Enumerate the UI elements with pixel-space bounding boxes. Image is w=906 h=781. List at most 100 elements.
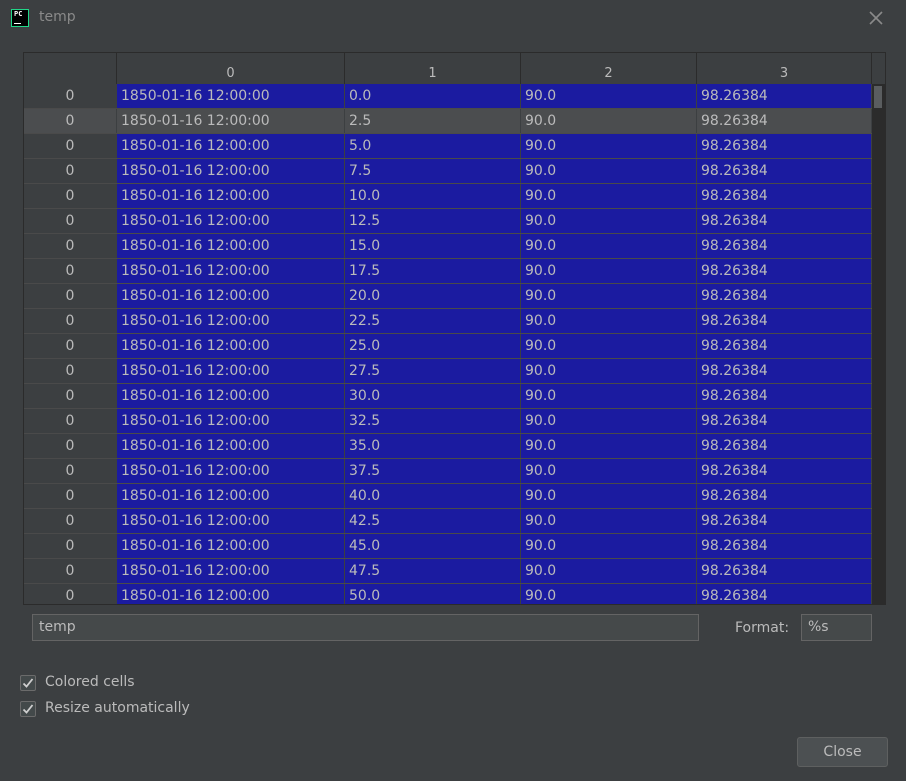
row-index-cell[interactable]: 0 bbox=[24, 509, 117, 533]
table-cell[interactable]: 1850-01-16 12:00:00 bbox=[117, 384, 345, 408]
column-header[interactable]: 3 bbox=[697, 53, 872, 84]
table-cell[interactable]: 5.0 bbox=[345, 134, 521, 158]
table-cell[interactable]: 32.5 bbox=[345, 409, 521, 433]
table-cell[interactable]: 1850-01-16 12:00:00 bbox=[117, 234, 345, 258]
table-cell[interactable]: 90.0 bbox=[521, 134, 697, 158]
table-cell[interactable]: 98.26384 bbox=[697, 259, 872, 283]
table-cell[interactable]: 1850-01-16 12:00:00 bbox=[117, 134, 345, 158]
table-row[interactable]: 0 1850-01-16 12:00:00 12.5 90.0 98.26384 bbox=[24, 209, 872, 234]
table-cell[interactable]: 1850-01-16 12:00:00 bbox=[117, 209, 345, 233]
table-cell[interactable]: 98.26384 bbox=[697, 109, 872, 133]
table-cell[interactable]: 98.26384 bbox=[697, 284, 872, 308]
table-cell[interactable]: 90.0 bbox=[521, 334, 697, 358]
table-cell[interactable]: 2.5 bbox=[345, 109, 521, 133]
table-cell[interactable]: 1850-01-16 12:00:00 bbox=[117, 584, 345, 604]
row-index-cell[interactable]: 0 bbox=[24, 434, 117, 458]
table-row[interactable]: 0 1850-01-16 12:00:00 50.0 90.0 98.26384 bbox=[24, 584, 872, 604]
row-index-cell[interactable]: 0 bbox=[24, 334, 117, 358]
table-cell[interactable]: 1850-01-16 12:00:00 bbox=[117, 284, 345, 308]
table-row[interactable]: 0 1850-01-16 12:00:00 25.0 90.0 98.26384 bbox=[24, 334, 872, 359]
table-row[interactable]: 0 1850-01-16 12:00:00 17.5 90.0 98.26384 bbox=[24, 259, 872, 284]
table-cell[interactable]: 1850-01-16 12:00:00 bbox=[117, 484, 345, 508]
close-icon[interactable] bbox=[867, 9, 885, 27]
table-cell[interactable]: 98.26384 bbox=[697, 459, 872, 483]
table-cell[interactable]: 27.5 bbox=[345, 359, 521, 383]
table-row[interactable]: 0 1850-01-16 12:00:00 45.0 90.0 98.26384 bbox=[24, 534, 872, 559]
row-index-cell[interactable]: 0 bbox=[24, 384, 117, 408]
row-index-cell[interactable]: 0 bbox=[24, 459, 117, 483]
scroll-thumb[interactable] bbox=[874, 86, 882, 108]
table-cell[interactable]: 90.0 bbox=[521, 484, 697, 508]
table-cell[interactable]: 42.5 bbox=[345, 509, 521, 533]
row-index-cell[interactable]: 0 bbox=[24, 234, 117, 258]
table-cell[interactable]: 90.0 bbox=[521, 234, 697, 258]
row-index-cell[interactable]: 0 bbox=[24, 309, 117, 333]
table-cell[interactable]: 12.5 bbox=[345, 209, 521, 233]
table-cell[interactable]: 98.26384 bbox=[697, 159, 872, 183]
row-index-cell[interactable]: 0 bbox=[24, 259, 117, 283]
table-cell[interactable]: 98.26384 bbox=[697, 184, 872, 208]
table-row[interactable]: 0 1850-01-16 12:00:00 0.0 90.0 98.26384 bbox=[24, 84, 872, 109]
table-row[interactable]: 0 1850-01-16 12:00:00 27.5 90.0 98.26384 bbox=[24, 359, 872, 384]
table-row[interactable]: 0 1850-01-16 12:00:00 5.0 90.0 98.26384 bbox=[24, 134, 872, 159]
table-row[interactable]: 0 1850-01-16 12:00:00 32.5 90.0 98.26384 bbox=[24, 409, 872, 434]
table-cell[interactable]: 1850-01-16 12:00:00 bbox=[117, 334, 345, 358]
data-grid[interactable]: 0 1 2 3 0 1850-01-16 12:00:00 0.0 90.0 98.26… bbox=[23, 52, 886, 605]
table-row[interactable]: 0 1850-01-16 12:00:00 15.0 90.0 98.26384 bbox=[24, 234, 872, 259]
table-cell[interactable]: 98.26384 bbox=[697, 334, 872, 358]
table-cell[interactable]: 98.26384 bbox=[697, 209, 872, 233]
table-cell[interactable]: 98.26384 bbox=[697, 509, 872, 533]
table-cell[interactable]: 17.5 bbox=[345, 259, 521, 283]
column-header[interactable]: 1 bbox=[345, 53, 521, 84]
table-row[interactable]: 0 1850-01-16 12:00:00 37.5 90.0 98.26384 bbox=[24, 459, 872, 484]
table-cell[interactable]: 98.26384 bbox=[697, 559, 872, 583]
table-cell[interactable]: 90.0 bbox=[521, 584, 697, 604]
table-row[interactable]: 0 1850-01-16 12:00:00 7.5 90.0 98.26384 bbox=[24, 159, 872, 184]
table-cell[interactable]: 22.5 bbox=[345, 309, 521, 333]
table-row[interactable]: 0 1850-01-16 12:00:00 35.0 90.0 98.26384 bbox=[24, 434, 872, 459]
table-cell[interactable]: 90.0 bbox=[521, 534, 697, 558]
table-cell[interactable]: 1850-01-16 12:00:00 bbox=[117, 184, 345, 208]
table-cell[interactable]: 98.26384 bbox=[697, 359, 872, 383]
row-index-cell[interactable]: 0 bbox=[24, 409, 117, 433]
row-index-cell[interactable]: 0 bbox=[24, 84, 117, 108]
table-cell[interactable]: 90.0 bbox=[521, 284, 697, 308]
table-cell[interactable]: 90.0 bbox=[521, 109, 697, 133]
row-index-cell[interactable]: 0 bbox=[24, 559, 117, 583]
table-cell[interactable]: 98.26384 bbox=[697, 134, 872, 158]
table-cell[interactable]: 1850-01-16 12:00:00 bbox=[117, 534, 345, 558]
table-cell[interactable]: 98.26384 bbox=[697, 534, 872, 558]
table-cell[interactable]: 90.0 bbox=[521, 434, 697, 458]
table-cell[interactable]: 98.26384 bbox=[697, 484, 872, 508]
table-cell[interactable]: 1850-01-16 12:00:00 bbox=[117, 259, 345, 283]
checkbox-box[interactable] bbox=[20, 675, 36, 691]
row-index-cell[interactable]: 0 bbox=[24, 484, 117, 508]
table-cell[interactable]: 30.0 bbox=[345, 384, 521, 408]
table-cell[interactable]: 90.0 bbox=[521, 409, 697, 433]
row-index-cell[interactable]: 0 bbox=[24, 159, 117, 183]
row-index-cell[interactable]: 0 bbox=[24, 134, 117, 158]
table-cell[interactable]: 90.0 bbox=[521, 84, 697, 108]
table-row[interactable]: 0 1850-01-16 12:00:00 47.5 90.0 98.26384 bbox=[24, 559, 872, 584]
table-row[interactable]: 0 1850-01-16 12:00:00 40.0 90.0 98.26384 bbox=[24, 484, 872, 509]
table-cell[interactable]: 90.0 bbox=[521, 184, 697, 208]
table-cell[interactable]: 20.0 bbox=[345, 284, 521, 308]
table-cell[interactable]: 90.0 bbox=[521, 359, 697, 383]
row-index-cell[interactable]: 0 bbox=[24, 359, 117, 383]
table-cell[interactable]: 98.26384 bbox=[697, 409, 872, 433]
table-cell[interactable]: 98.26384 bbox=[697, 434, 872, 458]
table-row[interactable]: 0 1850-01-16 12:00:00 30.0 90.0 98.26384 bbox=[24, 384, 872, 409]
column-header[interactable]: 0 bbox=[117, 53, 345, 84]
table-cell[interactable]: 90.0 bbox=[521, 259, 697, 283]
table-cell[interactable]: 1850-01-16 12:00:00 bbox=[117, 309, 345, 333]
expression-input[interactable]: temp bbox=[32, 614, 699, 641]
row-index-cell[interactable]: 0 bbox=[24, 109, 117, 133]
table-cell[interactable]: 50.0 bbox=[345, 584, 521, 604]
table-cell[interactable]: 25.0 bbox=[345, 334, 521, 358]
table-cell[interactable]: 98.26384 bbox=[697, 384, 872, 408]
format-input[interactable]: %s bbox=[801, 614, 872, 641]
table-cell[interactable]: 7.5 bbox=[345, 159, 521, 183]
table-cell[interactable]: 1850-01-16 12:00:00 bbox=[117, 559, 345, 583]
table-cell[interactable]: 10.0 bbox=[345, 184, 521, 208]
table-cell[interactable]: 35.0 bbox=[345, 434, 521, 458]
